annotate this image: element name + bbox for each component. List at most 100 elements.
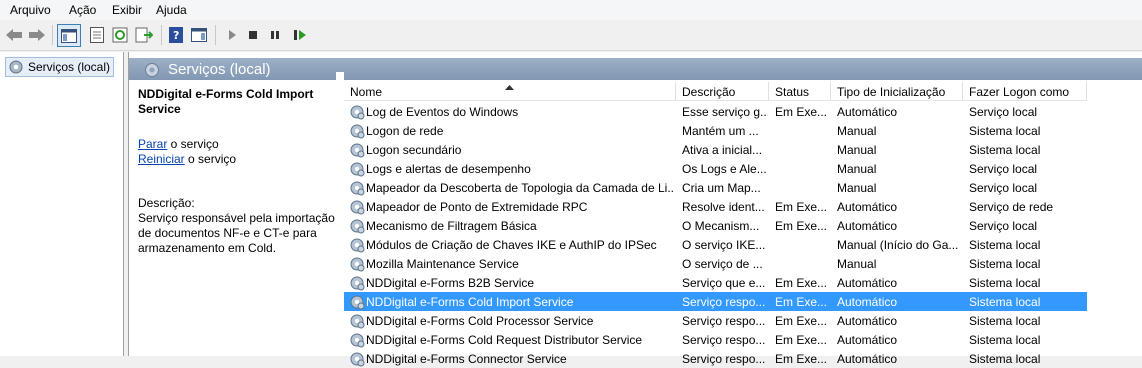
restart-service-link[interactable]: Reiniciar	[138, 152, 185, 166]
cell-status: Em Exe...	[775, 352, 828, 366]
cell-startup: Automático	[837, 295, 898, 309]
cell-desc: Os Logs e Ale...	[682, 162, 767, 176]
cell-name: NDDigital e-Forms Cold Request Distribut…	[366, 333, 643, 347]
table-row[interactable]: Mapeador da Descoberta de Topologia da C…	[344, 178, 1087, 197]
gear-icon	[350, 238, 365, 253]
cell-logon: Sistema local	[969, 238, 1041, 252]
show-hide-action-pane-icon[interactable]	[189, 25, 209, 45]
gear-icon	[350, 143, 365, 158]
cell-status: Em Exe...	[775, 276, 828, 290]
cell-name: Log de Eventos do Windows	[366, 105, 519, 119]
cell-logon: Serviço local	[969, 162, 1038, 176]
cell-desc: Serviço que e...	[682, 276, 766, 290]
services-list: Nome Descrição Status Tipo de Inicializa…	[344, 80, 1142, 367]
stop-action: Parar o serviço	[138, 137, 219, 151]
cell-name: Logs e alertas de desempenho	[366, 162, 531, 176]
cell-name: NDDigital e-Forms Cold Processor Service	[366, 314, 594, 328]
back-arrow-icon[interactable]	[4, 25, 24, 45]
table-row[interactable]: Log de Eventos do Windows Esse serviço g.…	[344, 102, 1087, 121]
gear-icon	[350, 124, 365, 139]
cell-startup: Automático	[837, 333, 898, 347]
stop-service-icon[interactable]	[243, 25, 263, 45]
cell-desc: Serviço respo...	[682, 352, 766, 366]
cell-status: Em Exe...	[775, 200, 828, 214]
table-row[interactable]: Mecanismo de Filtragem Básica O Mecanism.…	[344, 216, 1087, 235]
table-row[interactable]: NDDigital e-Forms Cold Request Distribut…	[344, 330, 1087, 349]
cell-desc: O Mecanism...	[682, 219, 760, 233]
column-header-startup-type[interactable]: Tipo de Inicialização	[831, 82, 963, 101]
forward-arrow-icon[interactable]	[27, 25, 47, 45]
cell-startup: Manual	[837, 143, 877, 157]
console-tree: Serviços (local)	[0, 52, 124, 356]
cell-startup: Manual	[837, 124, 877, 138]
column-header-status[interactable]: Status	[769, 82, 831, 101]
gear-icon	[350, 181, 365, 196]
table-row[interactable]: NDDigital e-Forms Connector Service Servi…	[344, 349, 1087, 368]
cell-status: Em Exe...	[775, 219, 828, 233]
menu-arquivo[interactable]: Arquivo	[10, 3, 51, 17]
cell-desc: Ativa a inicial...	[682, 143, 763, 157]
cell-logon: Serviço local	[969, 105, 1038, 119]
column-header-name[interactable]: Nome	[344, 82, 676, 101]
cell-status: Em Exe...	[775, 333, 828, 347]
restart-suffix: o serviço	[184, 152, 237, 166]
cell-desc: Resolve ident...	[682, 200, 765, 214]
cell-logon: Sistema local	[969, 276, 1041, 290]
services-pane: Serviços (local) NDDigital e-Forms Cold …	[128, 52, 1142, 367]
table-row-selected[interactable]: NDDigital e-Forms Cold Import Service Ser…	[344, 292, 1087, 311]
cell-status: Em Exe...	[775, 314, 828, 328]
cell-name: NDDigital e-Forms Connector Service	[366, 352, 567, 366]
cell-logon: Serviço local	[969, 219, 1038, 233]
column-header-description[interactable]: Descrição	[676, 82, 769, 101]
cell-startup: Manual	[837, 162, 877, 176]
toolbar: ?	[0, 20, 1142, 51]
cell-logon: Sistema local	[969, 124, 1041, 138]
gear-icon	[350, 105, 365, 120]
menu-ajuda[interactable]: Ajuda	[156, 3, 187, 17]
table-row[interactable]: NDDigital e-Forms B2B Service Serviço que…	[344, 273, 1087, 292]
start-service-icon[interactable]	[222, 25, 242, 45]
cell-name: Mapeador de Ponto de Extremidade RPC	[366, 200, 588, 214]
cell-desc: Serviço respo...	[682, 314, 766, 328]
cell-logon: Sistema local	[969, 143, 1041, 157]
restart-service-icon[interactable]	[290, 25, 310, 45]
table-row[interactable]: Mozilla Maintenance Service O serviço de …	[344, 254, 1087, 273]
menu-acao[interactable]: Ação	[69, 3, 96, 17]
show-hide-console-tree-icon[interactable]	[57, 24, 81, 47]
cell-startup: Automático	[837, 200, 898, 214]
cell-startup: Manual (Início do Ga...	[837, 238, 959, 252]
refresh-icon[interactable]	[110, 25, 130, 45]
cell-logon: Sistema local	[969, 314, 1041, 328]
column-header-logon-as[interactable]: Fazer Logon como	[963, 82, 1087, 101]
cell-startup: Automático	[837, 352, 898, 366]
export-list-icon[interactable]	[134, 25, 154, 45]
cell-desc: Serviço respo...	[682, 333, 766, 347]
table-row[interactable]: NDDigital e-Forms Cold Processor Service…	[344, 311, 1087, 330]
help-icon[interactable]: ?	[166, 25, 186, 45]
table-row[interactable]: Módulos de Criação de Chaves IKE e AuthI…	[344, 235, 1087, 254]
table-row[interactable]: Logon secundário Ativa a inicial... Manual…	[344, 140, 1087, 159]
pane-title: Serviços (local)	[168, 61, 271, 78]
svg-text:?: ?	[173, 29, 179, 42]
properties-icon[interactable]	[87, 25, 107, 45]
tree-item-services-local[interactable]: Serviços (local)	[5, 57, 115, 77]
restart-action: Reiniciar o serviço	[138, 152, 236, 166]
pause-service-icon[interactable]	[265, 25, 285, 45]
cell-name: Mecanismo de Filtragem Básica	[366, 219, 537, 233]
cell-desc: Esse serviço g...	[682, 105, 768, 119]
table-row[interactable]: Logon de rede Mantém um ... Manual Sistema …	[344, 121, 1087, 140]
menu-exibir[interactable]: Exibir	[112, 3, 142, 17]
cell-logon: Serviço local	[969, 181, 1038, 195]
cell-startup: Automático	[837, 219, 898, 233]
stop-service-link[interactable]: Parar	[138, 137, 167, 151]
cell-startup: Automático	[837, 105, 898, 119]
gear-icon	[9, 60, 23, 74]
table-row[interactable]: Logs e alertas de desempenho Os Logs e Al…	[344, 159, 1087, 178]
gear-icon	[350, 162, 365, 177]
cell-status: Em Exe...	[775, 295, 828, 309]
gear-icon	[350, 276, 365, 291]
table-row[interactable]: Mapeador de Ponto de Extremidade RPC Reso…	[344, 197, 1087, 216]
gear-icon	[145, 63, 159, 77]
tree-item-label: Serviços (local)	[28, 60, 111, 74]
pane-header: Serviços (local)	[129, 58, 1142, 80]
